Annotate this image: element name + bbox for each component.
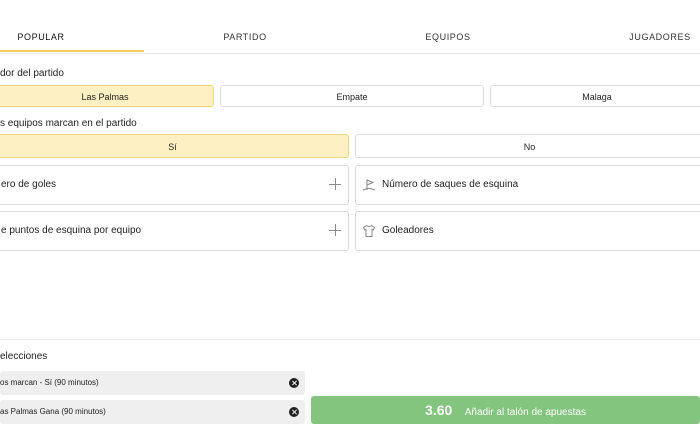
plus-icon[interactable]	[329, 224, 341, 236]
market-title-winner: dor del partido	[0, 68, 64, 79]
option-las-palmas[interactable]: Las Palmas	[0, 85, 214, 107]
market-card-corner-points[interactable]: e puntos de esquina por equipo	[0, 211, 349, 251]
market-card-label: ero de goles	[1, 179, 57, 190]
add-to-betslip-button[interactable]: 3.60 Añadir al talón de apuestas	[311, 396, 700, 424]
market-tabs: POPULAR PARTIDO EQUIPOS JUGADORES	[0, 0, 700, 54]
total-odds: 3.60	[425, 402, 453, 418]
corner-flag-icon	[362, 179, 376, 191]
betslip-selection: as Palmas Gana (90 minutos)	[0, 400, 305, 424]
option-no[interactable]: No	[355, 134, 700, 158]
market-card-corners[interactable]: Número de saques de esquina	[355, 165, 700, 205]
option-si[interactable]: Sí	[0, 134, 349, 158]
market-card-goals[interactable]: ero de goles	[0, 165, 349, 205]
remove-icon[interactable]	[289, 407, 299, 417]
option-empate[interactable]: Empate	[220, 85, 484, 107]
market-card-label: Goleadores	[382, 225, 434, 236]
market-card-scorers[interactable]: Goleadores	[355, 211, 700, 251]
option-malaga[interactable]: Malaga	[490, 85, 700, 107]
market-card-label: e puntos de esquina por equipo	[1, 225, 142, 236]
betslip-selection: os marcan - Sí (90 minutos)	[0, 371, 305, 395]
market-card-label: Número de saques de esquina	[382, 179, 519, 190]
plus-icon[interactable]	[329, 178, 341, 190]
tab-popular[interactable]: POPULAR	[0, 0, 82, 53]
selection-label: as Palmas Gana (90 minutos)	[0, 407, 106, 416]
tab-equipos[interactable]: EQUIPOS	[398, 0, 498, 53]
market-title-both-score: s equipos marcan en el partido	[0, 118, 137, 129]
jersey-icon	[362, 224, 376, 237]
tab-partido[interactable]: PARTIDO	[195, 0, 295, 53]
selection-label: os marcan - Sí (90 minutos)	[0, 378, 99, 387]
active-tab-indicator	[0, 50, 144, 52]
betslip-title: elecciones	[0, 351, 48, 362]
add-to-betslip-label: Añadir al talón de apuestas	[464, 407, 586, 418]
tab-jugadores[interactable]: JUGADORES	[610, 0, 700, 53]
remove-icon[interactable]	[289, 378, 299, 388]
